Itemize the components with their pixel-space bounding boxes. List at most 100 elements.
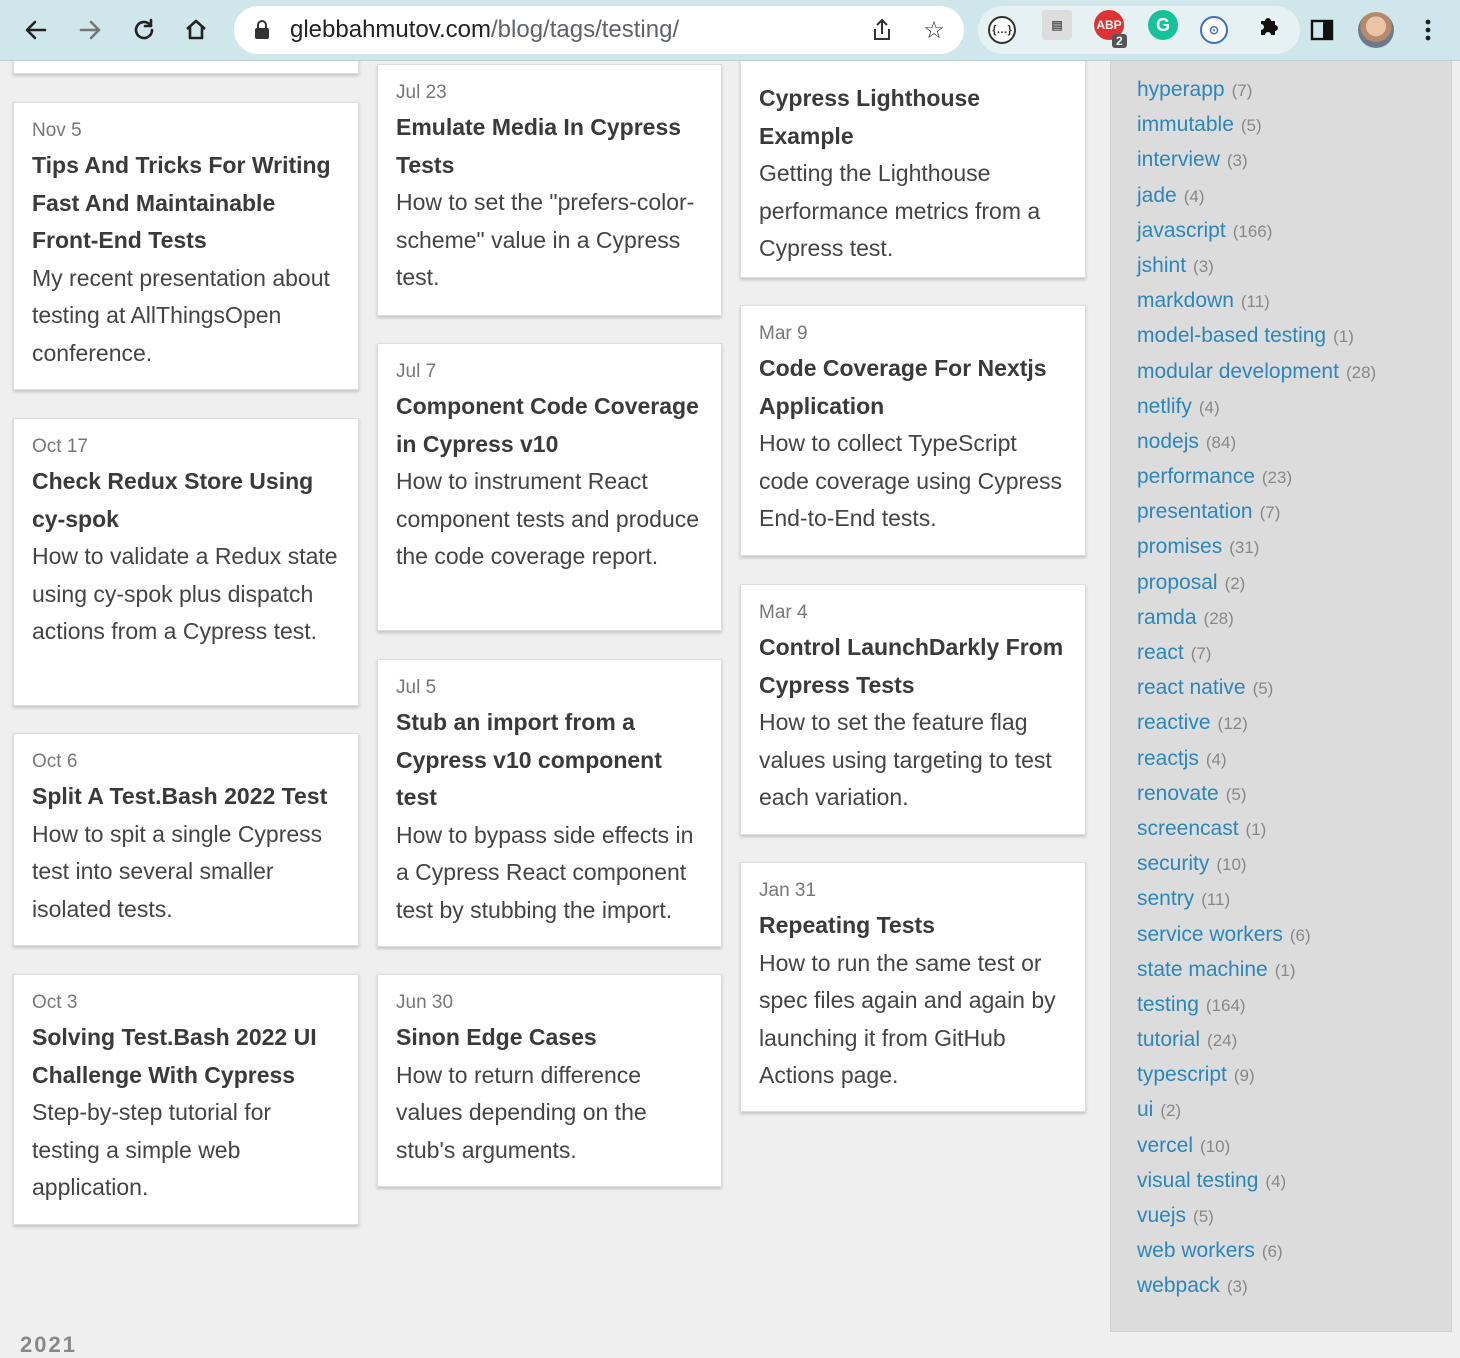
post-card[interactable]: Oct 3 Solving Test.Bash 2022 UI Challeng…: [13, 974, 359, 1225]
tracker-extension-icon[interactable]: ⊙: [1200, 16, 1228, 44]
tag-item[interactable]: modular development (28): [1137, 354, 1376, 389]
side-panel-icon[interactable]: [1304, 12, 1340, 48]
tag-item[interactable]: react native (5): [1137, 670, 1376, 705]
post-title-link[interactable]: Cypress Lighthouse Example: [759, 80, 1067, 155]
tag-item[interactable]: presentation (7): [1137, 494, 1376, 529]
note-extension-icon[interactable]: ▤: [1042, 10, 1072, 40]
tag-item[interactable]: netlify (4): [1137, 389, 1376, 424]
tag-link[interactable]: renovate: [1137, 782, 1219, 805]
tag-item[interactable]: interview (3): [1137, 142, 1376, 177]
tag-link[interactable]: security: [1137, 852, 1209, 875]
tag-item[interactable]: reactjs (4): [1137, 741, 1376, 776]
tag-item[interactable]: jade (4): [1137, 178, 1376, 213]
tag-item[interactable]: react (7): [1137, 635, 1376, 670]
post-title-link[interactable]: Control LaunchDarkly From Cypress Tests: [759, 629, 1067, 704]
post-card[interactable]: Jul 23 Emulate Media In Cypress Tests Ho…: [377, 64, 722, 316]
tag-link[interactable]: typescript: [1137, 1063, 1227, 1086]
post-title-link[interactable]: Repeating Tests: [759, 907, 1067, 945]
tag-link[interactable]: vuejs: [1137, 1204, 1186, 1227]
tag-link[interactable]: sentry: [1137, 887, 1194, 910]
tag-link[interactable]: reactjs: [1137, 747, 1199, 770]
tag-item[interactable]: sentry (11): [1137, 881, 1376, 916]
post-card[interactable]: Mar 4 Control LaunchDarkly From Cypress …: [740, 584, 1086, 835]
tag-item[interactable]: promises (31): [1137, 529, 1376, 564]
menu-kebab-icon[interactable]: [1410, 12, 1446, 48]
back-arrow-icon[interactable]: [18, 12, 54, 48]
tag-link[interactable]: jshint: [1137, 254, 1186, 277]
post-card[interactable]: Oct 6 Split A Test.Bash 2022 Test How to…: [13, 733, 359, 946]
tag-item[interactable]: ramda (28): [1137, 600, 1376, 635]
tag-link[interactable]: tutorial: [1137, 1028, 1200, 1051]
tag-link[interactable]: vercel: [1137, 1134, 1193, 1157]
post-title-link[interactable]: Sinon Edge Cases: [396, 1019, 703, 1057]
tag-item[interactable]: ui (2): [1137, 1092, 1376, 1127]
tag-link[interactable]: ramda: [1137, 606, 1197, 629]
tag-link[interactable]: proposal: [1137, 571, 1218, 594]
tag-link[interactable]: webpack: [1137, 1274, 1220, 1297]
tag-item[interactable]: javascript (166): [1137, 213, 1376, 248]
tag-item[interactable]: performance (23): [1137, 459, 1376, 494]
tag-item[interactable]: web workers (6): [1137, 1233, 1376, 1268]
tag-link[interactable]: testing: [1137, 993, 1199, 1016]
post-title-link[interactable]: Emulate Media In Cypress Tests: [396, 109, 703, 184]
grammarly-icon[interactable]: G: [1148, 10, 1178, 40]
tag-link[interactable]: state machine: [1137, 958, 1268, 981]
tag-item[interactable]: immutable (5): [1137, 107, 1376, 142]
tag-link[interactable]: hyperapp: [1137, 78, 1225, 101]
home-icon[interactable]: [178, 12, 214, 48]
reload-icon[interactable]: [126, 12, 162, 48]
post-title-link[interactable]: Tips And Tricks For Writing Fast And Mai…: [32, 147, 340, 260]
profile-avatar[interactable]: [1358, 12, 1394, 48]
post-card[interactable]: Oct 17 Check Redux Store Using cy-spok H…: [13, 418, 359, 706]
tag-item[interactable]: tutorial (24): [1137, 1022, 1376, 1057]
tag-link[interactable]: markdown: [1137, 289, 1234, 312]
tag-item[interactable]: state machine (1): [1137, 952, 1376, 987]
tag-link[interactable]: service workers: [1137, 923, 1283, 946]
post-title-link[interactable]: Check Redux Store Using cy-spok: [32, 463, 340, 538]
tag-link[interactable]: interview: [1137, 148, 1220, 171]
post-card[interactable]: Jul 5 Stub an import from a Cypress v10 …: [377, 659, 722, 947]
tag-item[interactable]: screencast (1): [1137, 811, 1376, 846]
forward-arrow-icon[interactable]: [72, 12, 108, 48]
tag-link[interactable]: netlify: [1137, 395, 1192, 418]
post-title-link[interactable]: Split A Test.Bash 2022 Test: [32, 778, 340, 816]
post-card[interactable]: Jun 30 Sinon Edge Cases How to return di…: [377, 974, 722, 1187]
tag-item[interactable]: jshint (3): [1137, 248, 1376, 283]
tag-item[interactable]: vercel (10): [1137, 1128, 1376, 1163]
json-viewer-extension-icon[interactable]: {…}: [988, 16, 1016, 44]
post-title-link[interactable]: Solving Test.Bash 2022 UI Challenge With…: [32, 1019, 340, 1094]
bookmark-star-icon[interactable]: ☆: [920, 16, 948, 44]
tag-item[interactable]: service workers (6): [1137, 917, 1376, 952]
tag-link[interactable]: react: [1137, 641, 1184, 664]
tag-item[interactable]: security (10): [1137, 846, 1376, 881]
tag-item[interactable]: testing (164): [1137, 987, 1376, 1022]
tag-item[interactable]: visual testing (4): [1137, 1163, 1376, 1198]
tag-link[interactable]: jade: [1137, 184, 1177, 207]
puzzle-extensions-icon[interactable]: [1254, 10, 1284, 40]
tag-link[interactable]: model-based testing: [1137, 324, 1326, 347]
tag-link[interactable]: web workers: [1137, 1239, 1255, 1262]
post-card[interactable]: Nov 5 Tips And Tricks For Writing Fast A…: [13, 102, 359, 390]
address-bar[interactable]: glebbahmutov.com/blog/tags/testing/ ☆: [234, 6, 964, 54]
tag-link[interactable]: modular development: [1137, 360, 1339, 383]
tag-item[interactable]: hyperapp (7): [1137, 72, 1376, 107]
post-card[interactable]: Jul 7 Component Code Coverage in Cypress…: [377, 343, 722, 631]
share-icon[interactable]: [868, 16, 896, 44]
tag-link[interactable]: screencast: [1137, 817, 1239, 840]
tag-link[interactable]: performance: [1137, 465, 1255, 488]
tag-item[interactable]: proposal (2): [1137, 565, 1376, 600]
tag-item[interactable]: model-based testing (1): [1137, 318, 1376, 353]
post-card[interactable]: Jan 31 Repeating Tests How to run the sa…: [740, 862, 1086, 1112]
post-card[interactable]: Cypress Lighthouse Example Getting the L…: [740, 40, 1086, 278]
tag-item[interactable]: vuejs (5): [1137, 1198, 1376, 1233]
tag-link[interactable]: ui: [1137, 1098, 1153, 1121]
tag-item[interactable]: reactive (12): [1137, 705, 1376, 740]
post-title-link[interactable]: Code Coverage For Nextjs Application: [759, 350, 1067, 425]
tag-link[interactable]: immutable: [1137, 113, 1234, 136]
tag-link[interactable]: promises: [1137, 535, 1222, 558]
tag-link[interactable]: presentation: [1137, 500, 1253, 523]
tag-link[interactable]: visual testing: [1137, 1169, 1258, 1192]
tag-item[interactable]: webpack (3): [1137, 1268, 1376, 1303]
lock-icon[interactable]: [254, 20, 270, 45]
tag-link[interactable]: react native: [1137, 676, 1246, 699]
